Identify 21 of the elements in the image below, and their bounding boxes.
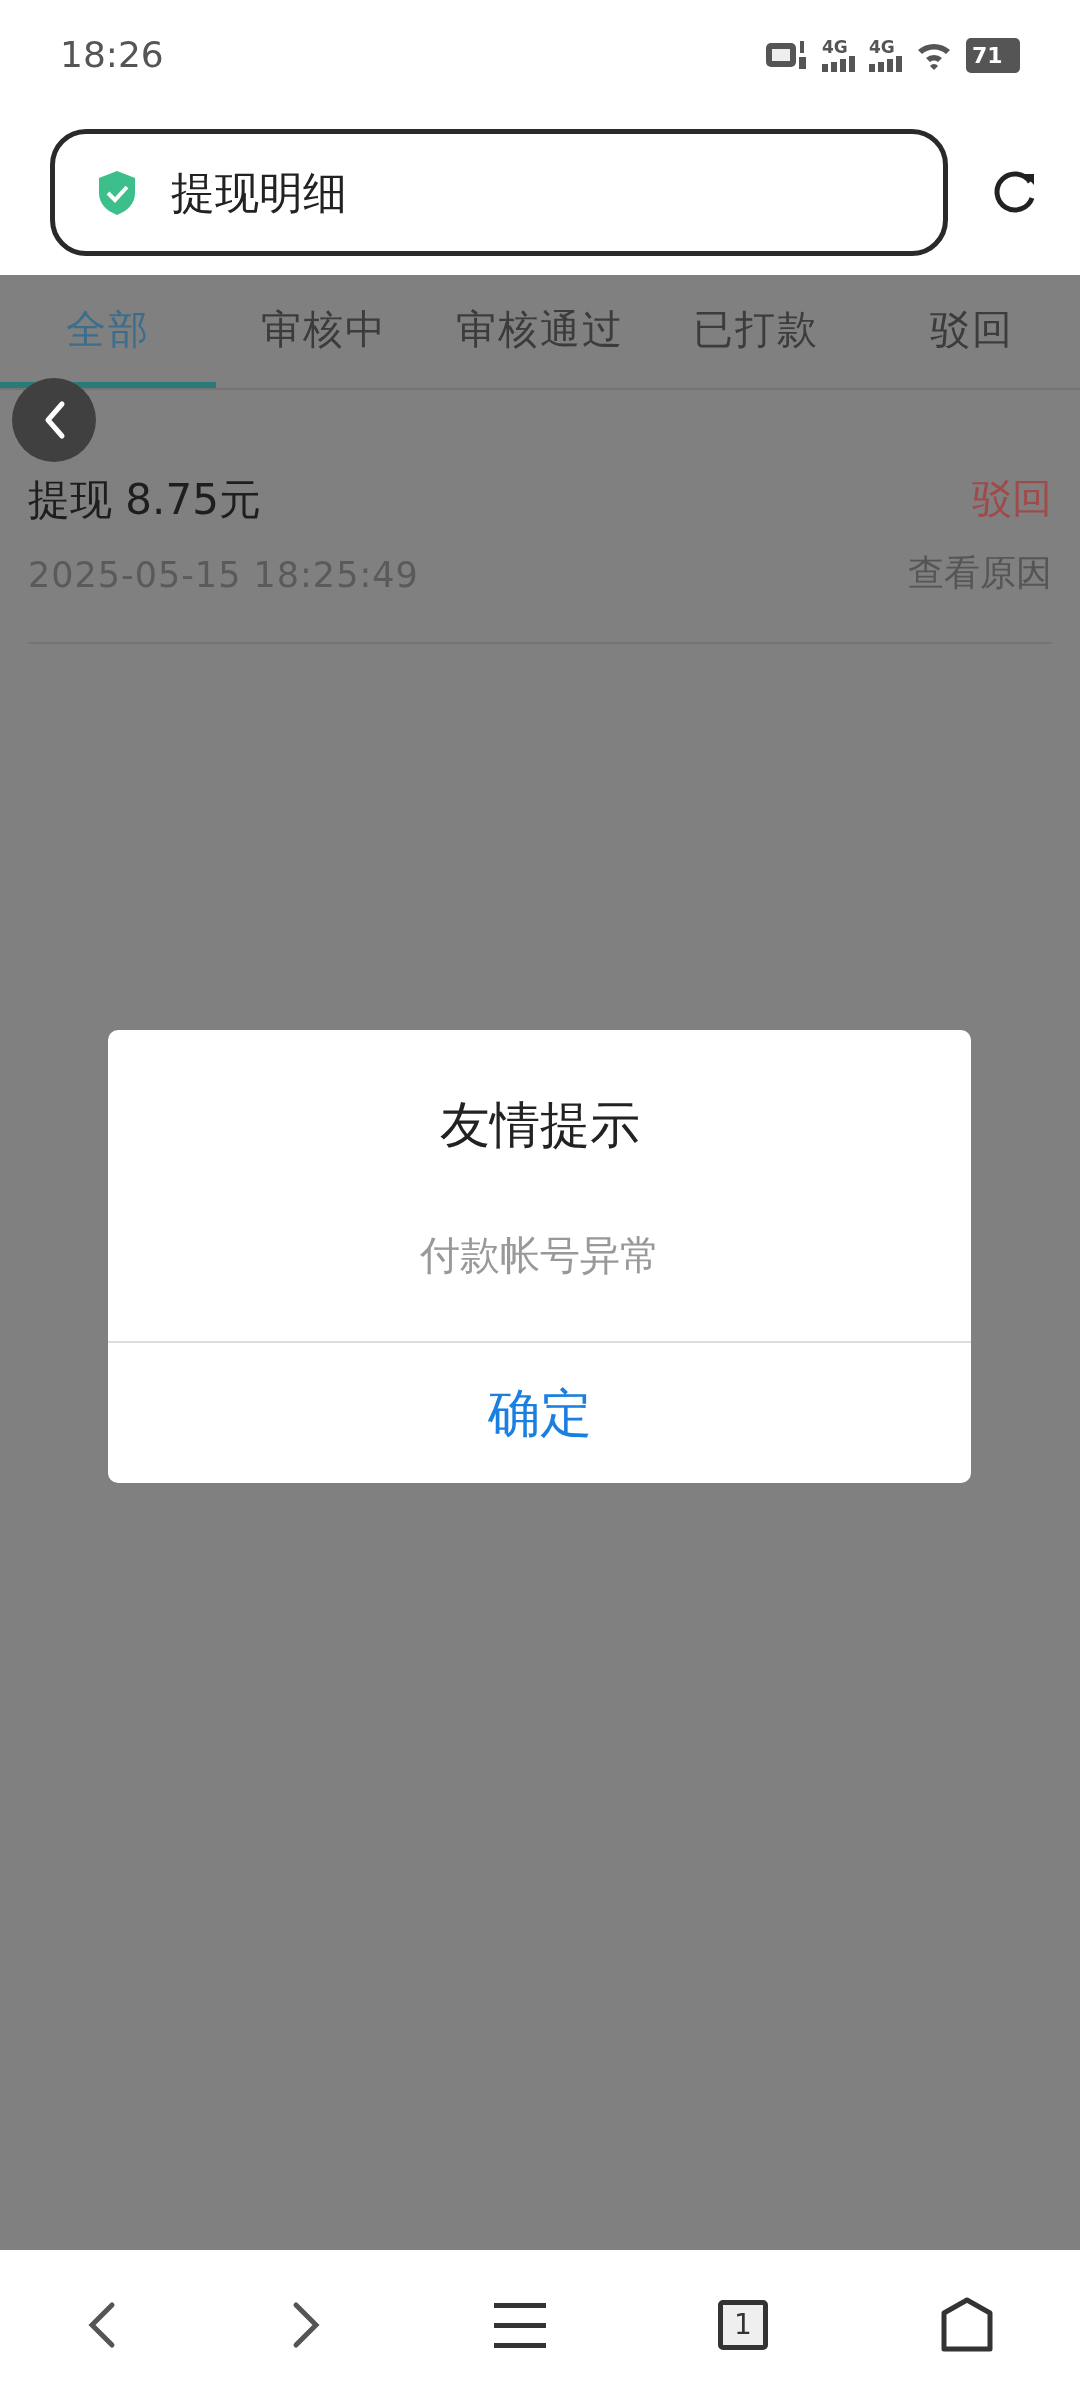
signal-icon <box>869 55 902 72</box>
filter-tab[interactable]: 审核通过 <box>432 275 648 388</box>
filter-tab[interactable]: 审核中 <box>216 275 432 388</box>
address-bar[interactable]: 提现明细 <box>50 129 948 256</box>
page-title: 提现明细 <box>171 165 347 220</box>
clock-time: 18:26 <box>60 33 164 77</box>
battery-level: 71 <box>966 37 1020 73</box>
tab-count-button[interactable]: 1 <box>718 2300 768 2350</box>
filter-tab[interactable]: 驳回 <box>864 275 1080 388</box>
menu-icon <box>494 2302 546 2348</box>
signal-icon <box>822 55 855 72</box>
home-button[interactable] <box>940 2297 994 2353</box>
menu-button[interactable] <box>494 2302 546 2348</box>
dialog-message: 付款帐号异常 <box>418 1231 661 1280</box>
withdrawal-amount: 提现 8.75元 <box>28 474 262 526</box>
home-icon <box>940 2297 994 2353</box>
network-type-label: 4G <box>869 38 895 56</box>
filter-tab[interactable]: 已打款 <box>648 275 864 388</box>
dialog-title: 友情提示 <box>438 1095 641 1156</box>
network-type-label: 4G <box>822 38 848 56</box>
confirm-button[interactable]: 确定 <box>108 1341 971 1483</box>
